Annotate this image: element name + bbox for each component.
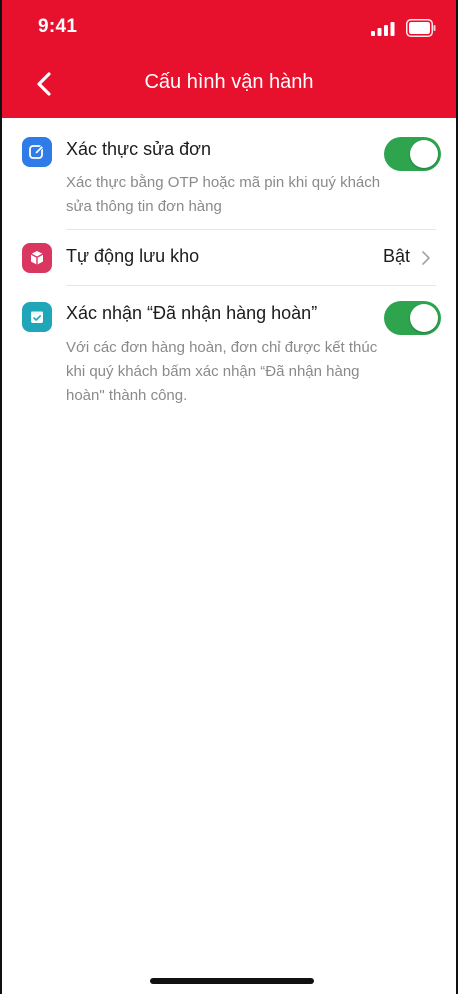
- app-screen: 9:41 Cấu hình vận hành Xác thực sửa đơn …: [0, 0, 458, 994]
- status-time: 9:41: [38, 16, 78, 37]
- chevron-right-icon: [422, 251, 430, 265]
- status-bar: 9:41: [2, 0, 456, 54]
- home-indicator: [150, 978, 314, 984]
- setting-item-edit-verification: Xác thực sửa đơn Xác thực bằng OTP hoặc …: [2, 118, 456, 230]
- setting-description: Xác thực bằng OTP hoặc mã pin khi quý kh…: [66, 174, 381, 215]
- setting-title: Xác thực sửa đơn: [66, 139, 211, 159]
- page-title: Cấu hình vận hành: [144, 71, 314, 93]
- edit-verification-toggle[interactable]: [384, 137, 441, 171]
- return-confirmation-toggle[interactable]: [384, 301, 441, 335]
- setting-item-auto-storage[interactable]: Tự động lưu kho Bật: [2, 230, 456, 286]
- toggle-knob: [410, 304, 438, 332]
- setting-title: Tự động lưu kho: [66, 246, 200, 266]
- setting-item-return-confirmation: Xác nhận “Đã nhận hàng hoàn” Với các đơn…: [2, 286, 456, 426]
- navigation-bar: Cấu hình vận hành: [2, 60, 456, 108]
- cellular-signal-icon: [371, 22, 395, 36]
- battery-icon: [406, 19, 436, 37]
- box-icon: [22, 243, 52, 273]
- edit-icon: [22, 137, 52, 167]
- toggle-knob: [410, 140, 438, 168]
- app-header: 9:41 Cấu hình vận hành: [2, 0, 456, 118]
- calendar-check-icon: [22, 302, 52, 332]
- setting-value: Bật: [382, 246, 410, 266]
- settings-list: Xác thực sửa đơn Xác thực bằng OTP hoặc …: [2, 118, 456, 426]
- setting-description: Với các đơn hàng hoàn, đơn chỉ được kết …: [66, 339, 378, 404]
- setting-title: Xác nhận “Đã nhận hàng hoàn”: [66, 303, 318, 323]
